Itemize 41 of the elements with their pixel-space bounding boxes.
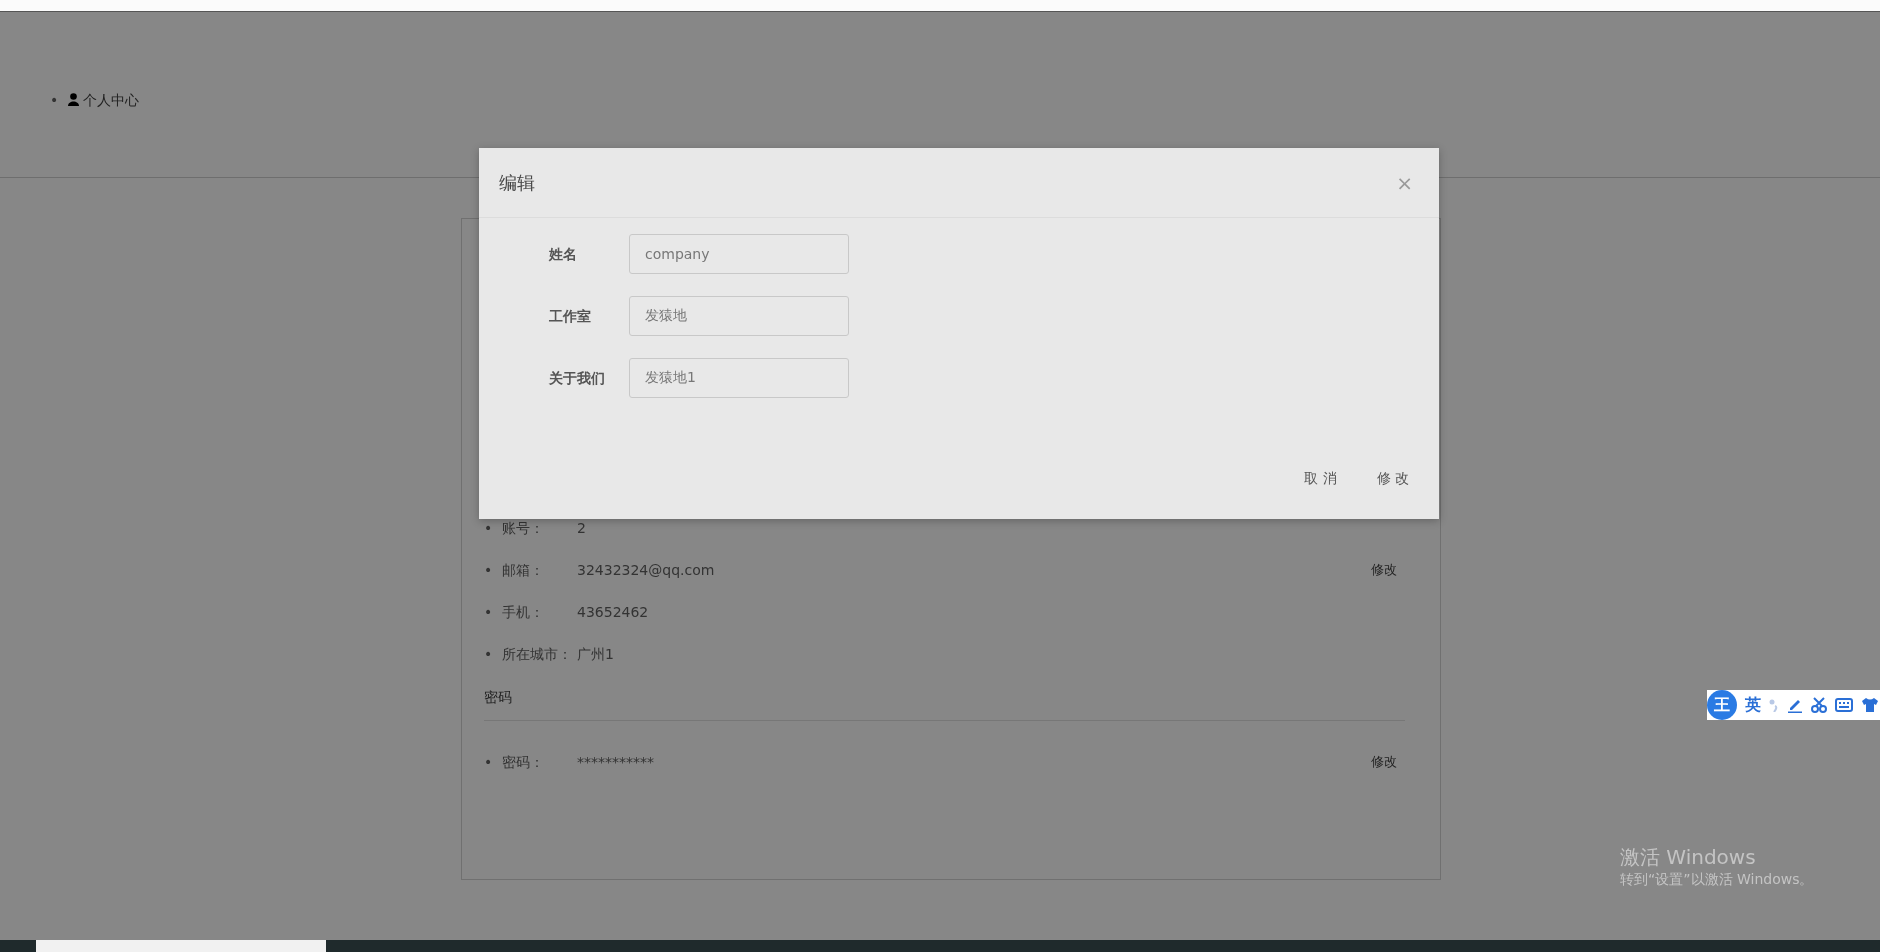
edit-button[interactable]: 修改 xyxy=(1363,556,1405,584)
field-label: 账号： xyxy=(502,518,545,538)
submit-button[interactable]: 修 改 xyxy=(1366,464,1419,493)
dialog-title: 编辑 xyxy=(499,171,535,195)
field-value: 2 xyxy=(577,518,586,538)
close-button[interactable]: × xyxy=(1390,167,1419,198)
activation-title: 激活 Windows xyxy=(1620,845,1757,869)
keyboard-icon xyxy=(1835,698,1853,712)
bullet: • xyxy=(484,752,494,772)
field-value: 32432324@qq.com xyxy=(577,560,715,580)
field-value: 43652462 xyxy=(577,602,649,622)
field-value: *********** xyxy=(577,752,654,772)
input-field[interactable]: 发猿地 xyxy=(629,296,849,336)
input-mode-toggle[interactable]: 英 xyxy=(1745,693,1761,717)
bullet: • xyxy=(484,560,494,580)
input-field[interactable]: company xyxy=(629,234,849,274)
punctuation-icon xyxy=(1769,698,1779,712)
field-label: 工作室 xyxy=(549,306,592,326)
bullet: • xyxy=(484,518,494,538)
field-label: 关于我们 xyxy=(549,368,606,388)
field-label: 密码： xyxy=(502,752,545,772)
field-label: 邮箱： xyxy=(502,560,545,580)
nav-link[interactable]: 个人中心 xyxy=(68,90,139,111)
field-label: 姓名 xyxy=(549,244,578,264)
bullet: • xyxy=(50,91,60,110)
scissors-icon xyxy=(1811,697,1827,713)
ime-logo[interactable]: 王 xyxy=(1707,690,1737,720)
bullet: • xyxy=(484,644,494,664)
field-value: 广州1 xyxy=(577,644,614,664)
activation-text: 转到“设置”以激活 Windows。 xyxy=(1620,870,1814,889)
field-label: 所在城市： xyxy=(502,644,573,664)
shirt-icon xyxy=(1861,697,1879,713)
bullet: • xyxy=(484,602,494,622)
user-icon xyxy=(68,93,79,106)
input-field[interactable]: 发猿地1 xyxy=(629,358,849,398)
field-label: 手机： xyxy=(502,602,545,622)
pencil-icon xyxy=(1787,697,1803,713)
edit-button[interactable]: 修改 xyxy=(1363,748,1405,776)
taskbar-search-field[interactable] xyxy=(36,940,326,952)
section-title: 密码 xyxy=(484,675,1405,721)
cancel-button[interactable]: 取 消 xyxy=(1294,464,1347,493)
